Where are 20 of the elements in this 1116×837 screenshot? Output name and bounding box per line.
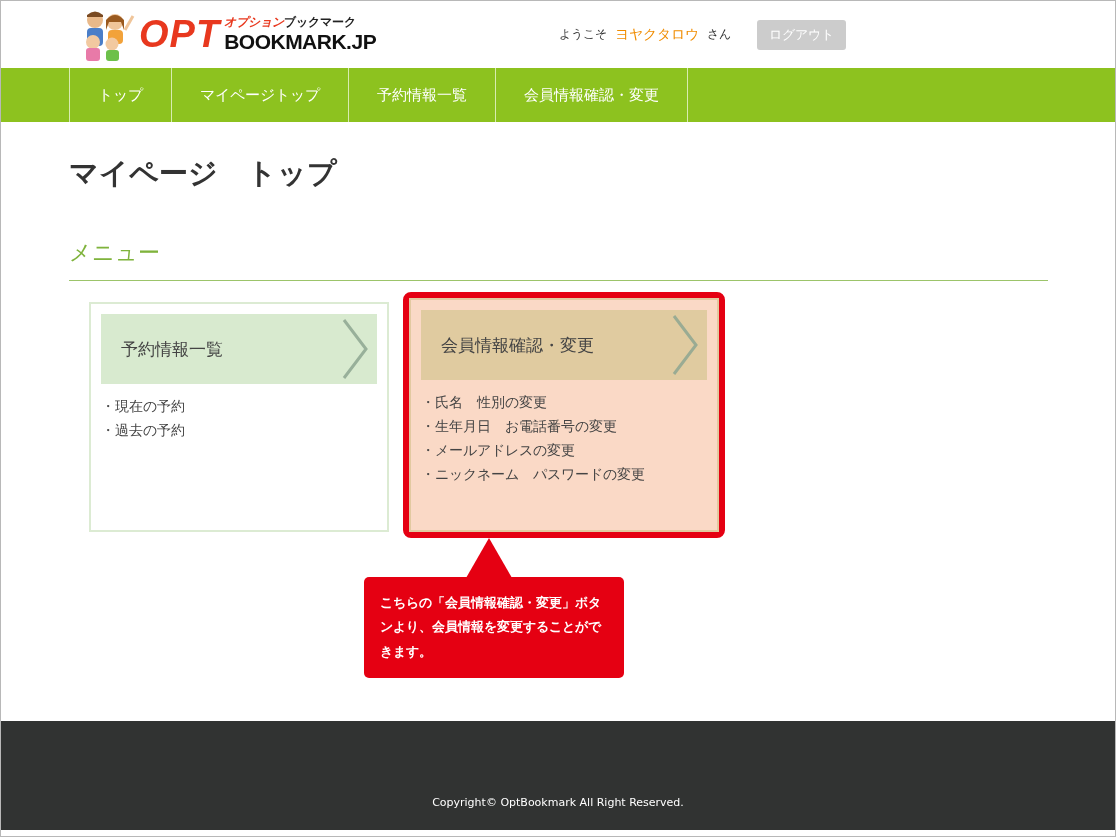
callout-text: こちらの「会員情報確認・変更」ボタンより、会員情報を変更することができます。 [364,577,624,679]
user-name: ヨヤクタロウ [615,25,699,44]
copyright-text: Copyright© OptBookmark All Right Reserved. [432,796,684,809]
menu-link[interactable]: ・氏名 性別の変更 [421,394,707,412]
welcome-text: ようこそ [559,26,607,43]
page-title: マイページ トップ [69,155,339,192]
menu-link[interactable]: ・生年月日 お電話番号の変更 [421,418,707,436]
chevron-right-icon [341,318,369,380]
section-heading: メニュー [69,238,1048,281]
honorific-text: さん [707,26,731,43]
chevron-right-icon [671,314,699,376]
menu-card-button[interactable]: 会員情報確認・変更 [421,310,707,380]
menu-link[interactable]: ・現在の予約 [101,398,377,416]
menu-link[interactable]: ・ニックネーム パスワードの変更 [421,466,707,484]
logo-mark: OPT [139,13,221,56]
menu-card-button[interactable]: 予約情報一覧 [101,314,377,384]
logo-tagline: オプションブックマーク [224,16,358,30]
menu-link[interactable]: ・過去の予約 [101,422,377,440]
logo-domain: BOOKMARK.JP [224,29,377,53]
menu-link[interactable]: ・メールアドレスの変更 [421,442,707,460]
